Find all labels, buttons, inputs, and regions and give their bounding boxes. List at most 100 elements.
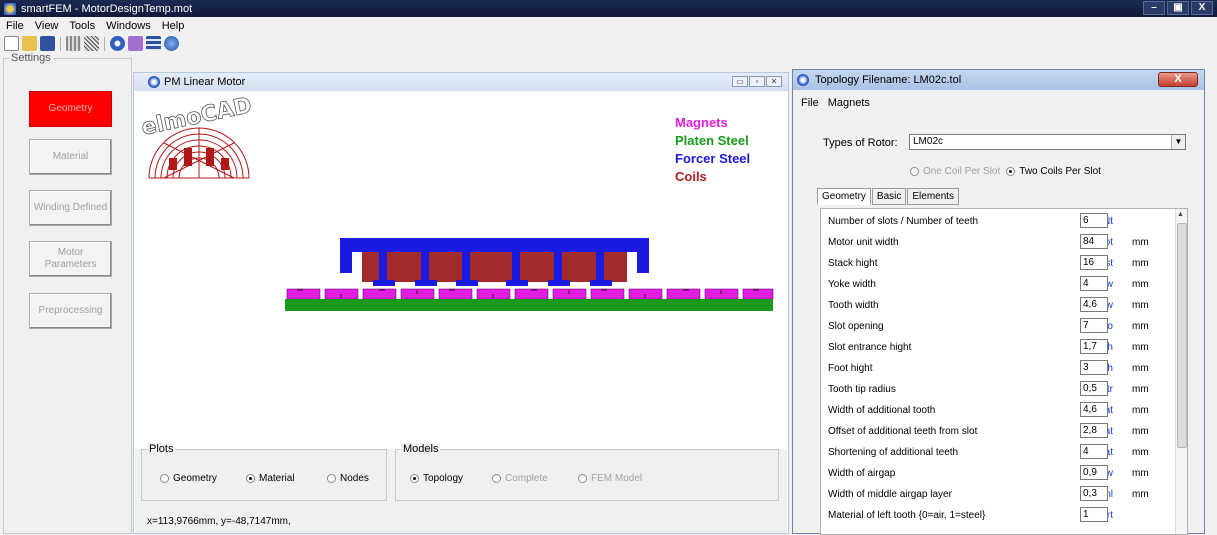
rotor-type-select[interactable]: LM02c ▼ <box>909 134 1186 150</box>
minimize-button[interactable]: – <box>1143 1 1165 15</box>
plot-geometry-radio[interactable]: Geometry <box>160 473 217 484</box>
new-file-icon[interactable] <box>4 36 19 51</box>
one-coil-radio[interactable]: One Coil Per Slot <box>910 166 1000 177</box>
topology-tabs: Geometry Basic Elements <box>817 188 960 205</box>
radio-dot <box>327 474 336 483</box>
preprocessing-button[interactable]: Preprocessing <box>29 293 112 329</box>
mdi-close-button[interactable]: ✕ <box>766 76 782 87</box>
param-unit: mm <box>1132 300 1149 311</box>
grid-icon[interactable] <box>66 36 81 51</box>
topology-titlebar: Topology Filename: LM02c.tol X <box>793 70 1204 90</box>
magnet <box>362 288 397 300</box>
magnet <box>628 288 663 300</box>
plot-nodes-radio[interactable]: Nodes <box>327 473 369 484</box>
settings-panel: Settings Geometry Material Winding Defin… <box>3 52 132 534</box>
param-label: Shortening of additional teeth <box>828 447 959 458</box>
motor-canvas[interactable]: elmoCAD Magnets Platen Steel Forcer Stee… <box>135 91 787 451</box>
menu-windows[interactable]: Windows <box>106 20 151 32</box>
param-unit: mm <box>1132 363 1149 374</box>
magnet <box>476 288 511 300</box>
scrollbar-thumb[interactable] <box>1177 223 1187 448</box>
magnet <box>590 288 625 300</box>
menu-view[interactable]: View <box>35 20 59 32</box>
param-value-field[interactable]: 4 <box>1080 276 1108 291</box>
coil-block <box>362 252 627 282</box>
motor-parameters-button[interactable]: Motor Parameters <box>29 241 112 277</box>
radio-dot-selected <box>1006 167 1016 176</box>
tab-geometry[interactable]: Geometry <box>817 188 871 205</box>
param-value-field[interactable]: 4,6 <box>1080 402 1108 417</box>
param-value-field[interactable]: 0,3 <box>1080 486 1108 501</box>
forcer-tooth-tip <box>373 280 395 286</box>
param-value-field[interactable]: 1 <box>1080 507 1108 522</box>
menu-tools[interactable]: Tools <box>69 20 95 32</box>
save-icon[interactable] <box>40 36 55 51</box>
globe-icon[interactable] <box>164 36 179 51</box>
param-label: Number of slots / Number of teeth <box>828 216 979 227</box>
menu-file[interactable]: File <box>6 20 24 32</box>
edit-icon[interactable] <box>128 36 143 51</box>
model-fem-radio[interactable]: FEM Model <box>578 473 642 484</box>
topology-title: Topology Filename: LM02c.tol <box>815 74 962 86</box>
chevron-down-icon[interactable]: ▼ <box>1171 135 1185 149</box>
magnet <box>286 288 321 300</box>
tab-basic[interactable]: Basic <box>871 188 907 205</box>
open-folder-icon[interactable] <box>22 36 37 51</box>
mdi-restore-button[interactable]: ▫ <box>749 76 765 87</box>
winding-defined-button[interactable]: Winding Defined <box>29 190 112 226</box>
param-row: Width of airgap Gw 0,9 mm <box>821 463 1177 484</box>
parameters-scrollbar[interactable]: ▲ <box>1175 209 1187 534</box>
topology-menu-file[interactable]: File <box>801 97 819 109</box>
close-button[interactable]: X <box>1191 1 1213 15</box>
plot-material-radio[interactable]: Material <box>246 473 295 484</box>
scroll-up-icon[interactable]: ▲ <box>1177 211 1184 218</box>
model-complete-radio[interactable]: Complete <box>492 473 548 484</box>
tab-elements[interactable]: Elements <box>907 188 960 205</box>
forcer-tooth <box>462 252 470 282</box>
param-label: Tooth width <box>828 300 879 311</box>
mdi-minimize-button[interactable]: ▭ <box>732 76 748 87</box>
param-value-field[interactable]: 0,5 <box>1080 381 1108 396</box>
param-row: Width of middle airgap layer Gwml 0,3 mm <box>821 484 1177 505</box>
table-icon[interactable] <box>146 36 161 51</box>
param-label: Offset of additional teeth from slot <box>828 426 978 437</box>
model-topology-radio[interactable]: Topology <box>410 473 463 484</box>
magnet <box>514 288 549 300</box>
topology-menu-magnets[interactable]: Magnets <box>828 97 870 109</box>
param-value-field[interactable]: 6 <box>1080 213 1108 228</box>
param-label: Tooth tip radius <box>828 384 896 395</box>
menu-help[interactable]: Help <box>162 20 185 32</box>
radio-dot <box>578 474 587 483</box>
maximize-button[interactable]: ▣ <box>1167 1 1189 15</box>
param-unit: mm <box>1132 321 1149 332</box>
forcer-tooth <box>512 252 520 282</box>
gear-icon[interactable] <box>110 36 125 51</box>
forcer-tooth-tip <box>590 280 612 286</box>
coil-options: One Coil Per Slot Two Coils Per Slot <box>910 166 1101 177</box>
param-value-field[interactable]: 1,7 <box>1080 339 1108 354</box>
param-value-field[interactable]: 4,6 <box>1080 297 1108 312</box>
app-title: smartFEM - MotorDesignTemp.mot <box>21 2 193 15</box>
param-value-field[interactable]: 16 <box>1080 255 1108 270</box>
models-legend: Models <box>401 443 441 455</box>
param-unit: mm <box>1132 279 1149 290</box>
pm-window-bottom: Plots Geometry Material Nodes Models Top… <box>135 443 787 533</box>
param-value-field[interactable]: 2,8 <box>1080 423 1108 438</box>
forcer-tooth <box>554 252 562 282</box>
param-row: Tooth tip radius Ttr 0,5 mm <box>821 379 1177 400</box>
param-value-field[interactable]: 7 <box>1080 318 1108 333</box>
param-value-field[interactable]: 84 <box>1080 234 1108 249</box>
plots-group: Plots Geometry Material Nodes <box>141 443 387 501</box>
param-value-field[interactable]: 0,9 <box>1080 465 1108 480</box>
mesh-icon[interactable] <box>84 36 99 51</box>
param-unit: mm <box>1132 405 1149 416</box>
param-value-field[interactable]: 4 <box>1080 444 1108 459</box>
radio-label: Two Coils Per Slot <box>1019 166 1101 177</box>
param-value-field[interactable]: 3 <box>1080 360 1108 375</box>
param-unit: mm <box>1132 426 1149 437</box>
geometry-button[interactable]: Geometry <box>29 91 112 127</box>
dialog-close-button[interactable]: X <box>1158 72 1198 87</box>
material-button[interactable]: Material <box>29 139 112 175</box>
forcer-tooth-tip <box>548 280 570 286</box>
two-coils-radio[interactable]: Two Coils Per Slot <box>1006 166 1101 177</box>
